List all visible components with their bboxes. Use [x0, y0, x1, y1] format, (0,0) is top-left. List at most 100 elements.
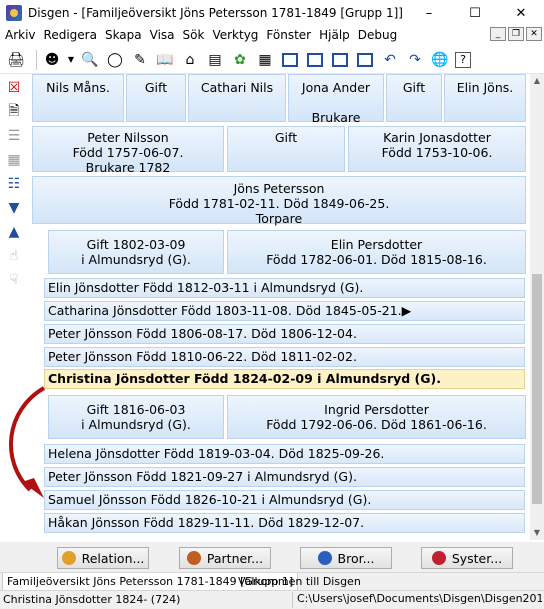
window-title: Disgen - [Familjeöversikt Jöns Petersson…: [28, 6, 403, 20]
mdi-minimize-button[interactable]: _: [490, 27, 506, 41]
globe-icon[interactable]: 🌐: [430, 50, 450, 70]
marriage1-info[interactable]: Gift 1802-03-09 i Almundsryd (G).: [48, 230, 224, 274]
search-icon[interactable]: 🔍: [80, 50, 100, 70]
close-button[interactable]: ✕: [498, 0, 544, 26]
child-christina-selected[interactable]: Christina Jönsdotter Född 1824-02-09 i A…: [44, 369, 525, 389]
tree-list-icon[interactable]: ☰: [4, 126, 24, 146]
bottom-button-bar: Relation... Partner... Bror... Syster...: [0, 542, 544, 572]
menu-fonster[interactable]: Fönster: [261, 28, 314, 42]
mdi-close-button[interactable]: ✕: [526, 27, 542, 41]
mdi-restore-button[interactable]: ❐: [508, 27, 524, 41]
status-bar: Christina Jönsdotter 1824- (724) C:\User…: [0, 590, 544, 609]
marriage2-date: Gift 1816-06-03: [86, 402, 186, 417]
child-elin[interactable]: Elin Jönsdotter Född 1812-03-11 i Almund…: [44, 278, 525, 298]
menu-sok[interactable]: Sök: [178, 28, 208, 42]
window-tile-icon[interactable]: [355, 50, 375, 70]
main-person-dates: Född 1781-02-11. Död 1849-06-25.: [168, 196, 390, 211]
spouse-elin-persdotter[interactable]: Elin Persdotter Född 1782-06-01. Död 181…: [227, 230, 526, 274]
child-peter-1806[interactable]: Peter Jönsson Född 1806-08-17. Död 1806-…: [44, 324, 525, 344]
grandparent-nils[interactable]: Nils Måns.: [32, 74, 124, 122]
table-icon[interactable]: ▦: [4, 150, 24, 170]
spouse2-name: Ingrid Persdotter: [324, 402, 429, 417]
title-bar: Disgen - [Familjeöversikt Jöns Petersson…: [0, 0, 544, 26]
marriage2-info[interactable]: Gift 1816-06-03 i Almundsryd (G).: [48, 395, 224, 439]
vertical-scrollbar[interactable]: ▲ ▼: [530, 74, 544, 540]
father-note: Brukare 1782: [85, 160, 171, 175]
navigate-down-icon[interactable]: ☟: [4, 270, 24, 290]
document-tabs: Familjeöversikt Jöns Petersson 1781-1849…: [0, 572, 544, 591]
menu-arkiv[interactable]: Arkiv: [0, 28, 39, 42]
marriage1-date: Gift 1802-03-09: [86, 237, 186, 252]
binoculars-icon[interactable]: ◯: [105, 50, 125, 70]
father-name: Peter Nilsson: [87, 130, 169, 145]
main-person-occupation: Torpare: [255, 211, 303, 226]
child-helena[interactable]: Helena Jönsdotter Född 1819-03-04. Död 1…: [44, 444, 525, 464]
print-icon[interactable]: 🖨: [6, 50, 26, 70]
document-icon[interactable]: 🗎: [4, 102, 24, 122]
delete-view-icon[interactable]: ☒: [4, 78, 24, 98]
scroll-thumb[interactable]: [532, 274, 542, 504]
father-peter-nilsson[interactable]: Peter Nilsson Född 1757-06-07. Brukare 1…: [32, 126, 224, 175]
scroll-up-icon[interactable]: ▲: [530, 74, 544, 88]
child-hakan[interactable]: Håkan Jönsson Född 1829-11-11. Död 1829-…: [44, 513, 525, 533]
marriage2-place: i Almundsryd (G).: [81, 417, 191, 432]
mother-karin[interactable]: Karin Jonasdotter Född 1753-10-06.: [348, 126, 526, 172]
undo-icon[interactable]: ↶: [380, 50, 400, 70]
edit-icon[interactable]: ✎: [130, 50, 150, 70]
window-split-icon[interactable]: [305, 50, 325, 70]
sister-button[interactable]: Syster...: [421, 547, 513, 569]
dropdown-arrow-icon[interactable]: ▼: [67, 50, 75, 70]
scroll-down-icon[interactable]: ▼: [530, 526, 544, 540]
toolbar-separator: [36, 49, 37, 70]
help-icon[interactable]: ?: [455, 51, 471, 68]
mother-name: Karin Jonasdotter: [383, 130, 491, 145]
menu-redigera[interactable]: Redigera: [39, 28, 100, 42]
grandparent-marriage-paternal[interactable]: Gift: [126, 74, 186, 122]
brother-icon: [317, 551, 332, 565]
child-samuel[interactable]: Samuel Jönsson Född 1826-10-21 i Almunds…: [44, 490, 525, 510]
spouse1-name: Elin Persdotter: [330, 237, 423, 252]
main-person[interactable]: Jöns Petersson Född 1781-02-11. Död 1849…: [32, 176, 526, 226]
partner-button[interactable]: Partner...: [179, 547, 271, 569]
menu-bar: Arkiv Redigera Skapa Visa Sök Verktyg Fö…: [0, 26, 544, 44]
brother-button[interactable]: Bror...: [300, 547, 392, 569]
spouse-ingrid-persdotter[interactable]: Ingrid Persdotter Född 1792-06-06. Död 1…: [227, 395, 526, 439]
app-icon: [6, 5, 22, 21]
home-icon[interactable]: ⌂: [180, 50, 200, 70]
menu-visa[interactable]: Visa: [145, 28, 178, 42]
navigate-up-icon[interactable]: ☝: [4, 246, 24, 266]
grandparent-elin[interactable]: Elin Jöns.: [444, 74, 526, 122]
child-peter-1821[interactable]: Peter Jönsson Född 1821-09-27 i Almundsr…: [44, 467, 525, 487]
parents-marriage[interactable]: Gift: [227, 126, 345, 172]
menu-skapa[interactable]: Skapa: [100, 28, 145, 42]
menu-hjalp[interactable]: Hjälp: [314, 28, 353, 42]
marriage1-place: i Almundsryd (G).: [81, 252, 191, 267]
menu-verktyg[interactable]: Verktyg: [207, 28, 261, 42]
family-overview-icon[interactable]: ☷: [4, 174, 24, 194]
menu-debug[interactable]: Debug: [353, 28, 400, 42]
person-icon[interactable]: ☻: [42, 50, 62, 70]
books-icon[interactable]: ▤: [205, 50, 225, 70]
child-catharina[interactable]: Catharina Jönsdotter Född 1803-11-08. Dö…: [44, 301, 525, 321]
toolbar: 🖨 ☻ ▼ 🔍 ◯ ✎ 📖 ⌂ ▤ ✿ ▦ ↶ ↷ 🌐 ?: [0, 46, 544, 74]
family-overview: Nils Måns. Gift Cathari Nils Jona Ander B…: [28, 74, 530, 540]
relation-button[interactable]: Relation...: [57, 547, 149, 569]
redo-icon[interactable]: ↷: [405, 50, 425, 70]
left-toolbar: ☒ 🗎 ☰ ▦ ☷ ▼ ▲ ☝ ☟: [0, 74, 28, 542]
grandparent-jona[interactable]: Jona Ander Brukare: [288, 74, 384, 125]
plugin-icon[interactable]: ✿: [230, 50, 250, 70]
child-peter-1810[interactable]: Peter Jönsson Född 1810-06-22. Död 1811-…: [44, 347, 525, 367]
ancestor-tree-icon[interactable]: ▼: [4, 198, 24, 218]
book-icon[interactable]: 📖: [155, 50, 175, 70]
grid-icon[interactable]: ▦: [255, 50, 275, 70]
grandparent-marriage-maternal[interactable]: Gift: [386, 74, 442, 122]
partner-icon: [186, 551, 201, 565]
main-person-name: Jöns Petersson: [233, 181, 325, 196]
descendant-tree-icon[interactable]: ▲: [4, 222, 24, 242]
grandparent-cathari[interactable]: Cathari Nils: [188, 74, 286, 122]
window-horizontal-icon[interactable]: [330, 50, 350, 70]
window-icon[interactable]: [280, 50, 300, 70]
tab-welcome[interactable]: Välkommen till Disgen: [234, 573, 365, 591]
minimize-button[interactable]: –: [406, 0, 452, 26]
maximize-button[interactable]: ☐: [452, 0, 498, 26]
